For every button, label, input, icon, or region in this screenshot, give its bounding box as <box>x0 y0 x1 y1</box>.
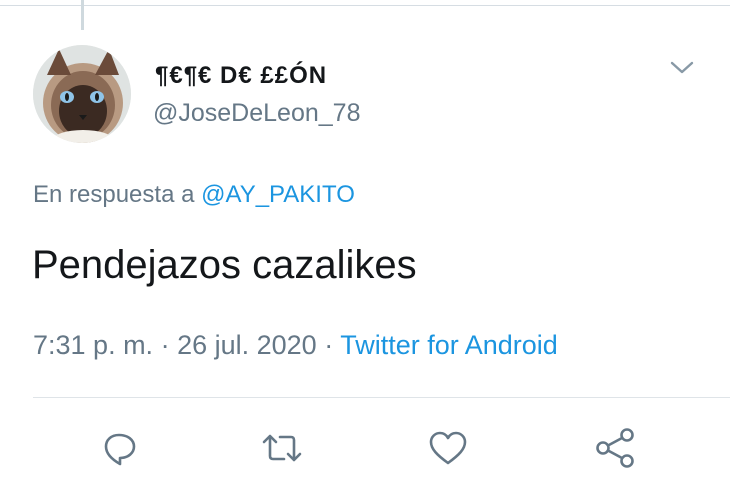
action-divider <box>33 397 730 398</box>
avatar[interactable] <box>33 45 131 143</box>
retweet-icon <box>262 434 302 462</box>
share-button[interactable] <box>591 424 639 472</box>
chevron-down-icon[interactable] <box>669 58 695 78</box>
reply-icon <box>104 433 136 466</box>
reply-button[interactable] <box>96 424 144 472</box>
thread-connector-line <box>81 0 84 30</box>
meta-separator: · <box>153 330 178 360</box>
reply-mention-link[interactable]: @AY_PAKITO <box>201 181 355 208</box>
author-display-name[interactable]: ¶€¶€ D€ ££ÓN <box>155 62 327 90</box>
top-border <box>0 5 730 6</box>
like-button[interactable] <box>424 424 472 472</box>
tweet-meta: 7:31 p. m. · 26 jul. 2020 · Twitter for … <box>33 330 558 361</box>
tweet-time[interactable]: 7:31 p. m. <box>33 330 153 360</box>
tweet-source-link[interactable]: Twitter for Android <box>340 330 558 360</box>
meta-separator: · <box>316 330 341 360</box>
heart-icon <box>429 431 467 465</box>
tweet-date[interactable]: 26 jul. 2020 <box>177 330 317 360</box>
author-handle[interactable]: @JoseDeLeon_78 <box>153 99 360 128</box>
retweet-button[interactable] <box>258 424 306 472</box>
reply-context: En respuesta a @AY_PAKITO <box>33 181 355 209</box>
share-icon <box>596 428 634 468</box>
reply-prefix: En respuesta a <box>33 181 195 208</box>
tweet-text: Pendejazos cazalikes <box>32 243 417 287</box>
siamese-cat-avatar-icon <box>33 45 131 143</box>
